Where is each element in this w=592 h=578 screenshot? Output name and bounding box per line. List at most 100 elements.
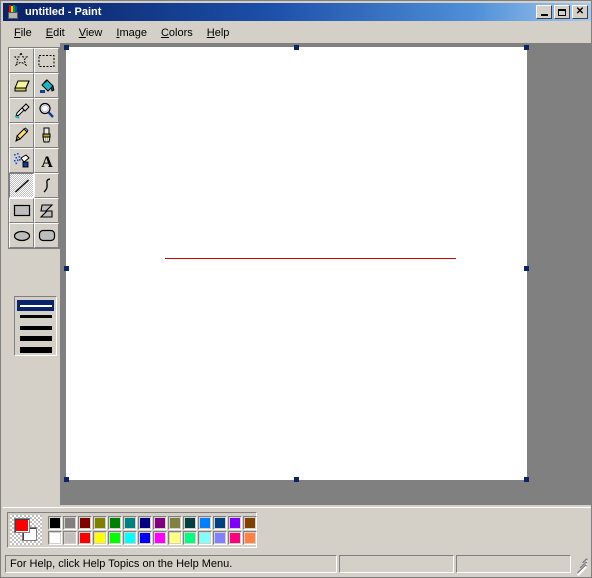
color-palette-bar <box>3 507 591 553</box>
line-width-option-3[interactable] <box>17 322 54 333</box>
palette-swatch[interactable] <box>78 515 92 530</box>
palette-swatch[interactable] <box>138 515 152 530</box>
canvas-handle-bottom-left[interactable] <box>64 477 69 482</box>
canvas-handle-middle-left[interactable] <box>64 266 69 271</box>
tool-rectangle[interactable] <box>9 198 34 223</box>
palette-swatch-color <box>170 517 180 528</box>
canvas[interactable] <box>66 47 526 479</box>
canvas-handle-top-right[interactable] <box>524 45 529 50</box>
palette-swatch[interactable] <box>48 515 62 530</box>
palette-swatch[interactable] <box>123 530 137 545</box>
palette-swatch[interactable] <box>63 530 77 545</box>
menu-file[interactable]: File <box>7 25 39 41</box>
tool-free-form-select[interactable] <box>9 48 34 73</box>
palette-swatch-color <box>80 517 90 528</box>
palette-swatch[interactable] <box>78 530 92 545</box>
canvas-handle-top-left[interactable] <box>64 45 69 50</box>
tool-text[interactable]: A <box>34 148 59 173</box>
palette-swatch[interactable] <box>198 530 212 545</box>
palette-swatch[interactable] <box>228 530 242 545</box>
palette-swatch[interactable] <box>198 515 212 530</box>
tool-rectangle-select[interactable] <box>34 48 59 73</box>
canvas-handle-bottom-right[interactable] <box>524 477 529 482</box>
palette-swatch-color <box>200 532 210 543</box>
tool-curve[interactable] <box>34 173 59 198</box>
tool-polygon[interactable] <box>34 198 59 223</box>
client-area: A <box>3 43 591 507</box>
menu-image[interactable]: Image <box>109 25 154 41</box>
tool-brush[interactable] <box>34 123 59 148</box>
line-width-option-2[interactable] <box>17 311 54 322</box>
line-icon <box>14 178 29 193</box>
palette-swatch-color <box>80 532 90 543</box>
tool-pick-color[interactable] <box>9 98 34 123</box>
line-width-option-5[interactable] <box>17 344 54 355</box>
palette-swatch-color <box>140 532 150 543</box>
minimize-button[interactable] <box>536 5 552 19</box>
palette-swatch[interactable] <box>48 530 62 545</box>
brush-icon <box>42 127 51 143</box>
palette-swatch-color <box>215 532 225 543</box>
palette-swatch[interactable] <box>108 515 122 530</box>
tool-grid: A <box>8 47 60 249</box>
tool-rounded-rectangle[interactable] <box>34 223 59 248</box>
palette-swatch-color <box>185 532 195 543</box>
palette-swatch[interactable] <box>183 515 197 530</box>
canvas-paper[interactable] <box>66 47 526 479</box>
current-colors-indicator[interactable] <box>10 515 42 545</box>
palette-swatch-color <box>245 517 255 528</box>
palette-swatch[interactable] <box>123 515 137 530</box>
tool-pencil[interactable] <box>9 123 34 148</box>
canvas-handle-top-center[interactable] <box>294 45 299 50</box>
canvas-wrapper <box>64 45 529 482</box>
canvas-handle-middle-right[interactable] <box>524 266 529 271</box>
tool-airbrush[interactable] <box>9 148 34 173</box>
palette-swatch[interactable] <box>93 530 107 545</box>
tool-eraser[interactable] <box>9 73 34 98</box>
line-width-option-4[interactable] <box>17 333 54 344</box>
menu-help[interactable]: Help <box>200 25 237 41</box>
palette-swatch[interactable] <box>63 515 77 530</box>
resize-grip-icon[interactable] <box>573 556 589 576</box>
canvas-handle-bottom-center[interactable] <box>294 477 299 482</box>
palette-swatch-color <box>155 517 165 528</box>
palette-swatch[interactable] <box>138 530 152 545</box>
palette-swatch-color <box>170 532 180 543</box>
palette-swatch[interactable] <box>93 515 107 530</box>
menu-view[interactable]: View <box>72 25 110 41</box>
palette-swatch[interactable] <box>228 515 242 530</box>
window-controls: ✕ <box>536 5 591 19</box>
eraser-icon <box>13 80 30 91</box>
rectangle-icon <box>13 204 30 217</box>
line-width-option-1[interactable] <box>17 300 54 311</box>
palette-swatch[interactable] <box>168 530 182 545</box>
menu-colors[interactable]: Colors <box>154 25 200 41</box>
tool-ellipse[interactable] <box>9 223 34 248</box>
title-bar[interactable]: untitled - Paint ✕ <box>3 3 591 21</box>
curve-icon <box>43 177 51 192</box>
maximize-button[interactable] <box>554 5 570 19</box>
palette-swatch-color <box>230 532 240 543</box>
palette-swatch[interactable] <box>168 515 182 530</box>
palette-swatch-color <box>200 517 210 528</box>
palette-swatch[interactable] <box>183 530 197 545</box>
color-picker-icon <box>14 103 30 119</box>
palette-swatch-color <box>185 517 195 528</box>
palette-swatch[interactable] <box>213 530 227 545</box>
tool-line[interactable] <box>9 173 34 198</box>
palette-swatch[interactable] <box>108 530 122 545</box>
menu-help-label: elp <box>214 27 230 39</box>
close-button[interactable]: ✕ <box>572 5 588 19</box>
palette-swatch[interactable] <box>153 515 167 530</box>
palette-swatch[interactable] <box>243 530 257 545</box>
menu-edit[interactable]: Edit <box>39 25 72 41</box>
tool-magnifier[interactable] <box>34 98 59 123</box>
palette-swatch[interactable] <box>243 515 257 530</box>
palette-swatch-color <box>110 517 120 528</box>
foreground-color-swatch[interactable] <box>14 518 30 533</box>
palette-swatch-color <box>125 532 135 543</box>
tool-fill-with-color[interactable] <box>34 73 59 98</box>
palette-swatch[interactable] <box>153 530 167 545</box>
menu-edit-label: dit <box>53 27 65 39</box>
palette-swatch[interactable] <box>213 515 227 530</box>
